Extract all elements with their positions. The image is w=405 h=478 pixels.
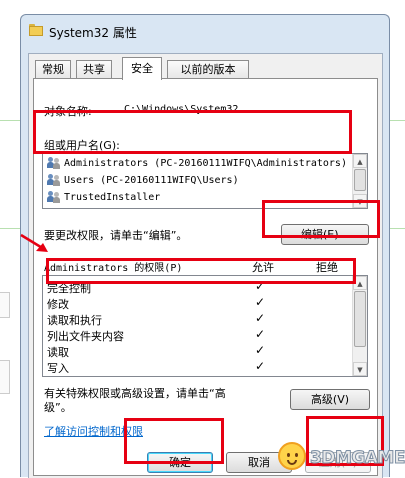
check-icon: ✓ <box>254 279 266 293</box>
check-icon: ✓ <box>254 295 266 309</box>
background-line <box>388 120 405 121</box>
users-group-icon <box>47 157 61 169</box>
window-title: System32 属性 <box>49 26 137 40</box>
list-item-label: Users (PC-20160111WIFQ\Users) <box>64 175 239 186</box>
object-name-value: C:\Windows\System32 <box>124 104 239 115</box>
permissions-list[interactable]: 完全控制 ✓ 修改 ✓ 读取和执行 ✓ 列出文件夹内容 ✓ 读取 ✓ 写入 ✓ … <box>42 275 368 377</box>
permission-row-read: 读取 ✓ <box>47 343 266 359</box>
groups-scrollbar[interactable]: ▲ ▼ <box>352 154 367 208</box>
permission-row-read-execute: 读取和执行 ✓ <box>47 311 266 327</box>
check-icon: ✓ <box>254 311 266 325</box>
dialog-content: 常规 共享 安全 以前的版本 对象名称: C:\Windows\System32… <box>28 53 383 478</box>
background-line <box>388 228 405 229</box>
folder-icon <box>29 24 43 36</box>
object-name-label: 对象名称: <box>44 105 92 118</box>
scroll-up-icon[interactable]: ▲ <box>353 154 367 168</box>
ok-button[interactable]: 确定 <box>147 452 213 473</box>
permission-row-full-control: 完全控制 ✓ <box>47 279 266 295</box>
list-item-administrators[interactable]: Administrators (PC-20160111WIFQ\Administ… <box>47 156 347 172</box>
permission-row-modify: 修改 ✓ <box>47 295 266 311</box>
scroll-down-icon[interactable]: ▼ <box>353 194 367 208</box>
check-icon: ✓ <box>254 343 266 357</box>
users-group-icon <box>47 174 61 186</box>
check-icon: ✓ <box>254 359 266 373</box>
tab-sharing[interactable]: 共享 <box>76 60 112 79</box>
security-panel: 对象名称: C:\Windows\System32 组或用户名(G): Admi… <box>33 78 378 476</box>
advanced-hint-line2: 级”。 <box>44 401 72 414</box>
title-bar: System32 属性 <box>21 15 389 49</box>
background-box <box>0 360 10 394</box>
check-icon: ✓ <box>254 327 266 341</box>
smiley-logo-icon <box>278 442 306 470</box>
permissions-label: Administrators 的权限(P) <box>44 263 183 274</box>
edit-button[interactable]: 编辑(E)... <box>281 224 369 245</box>
groups-list[interactable]: Administrators (PC-20160111WIFQ\Administ… <box>42 153 368 209</box>
scroll-down-icon[interactable]: ▼ <box>353 362 367 376</box>
scroll-thumb[interactable] <box>354 169 366 191</box>
learn-access-control-link[interactable]: 了解访问控制和权限 <box>44 423 143 439</box>
groups-label: 组或用户名(G): <box>44 139 120 152</box>
deny-header: 拒绝 <box>316 261 338 274</box>
background-line <box>0 228 22 229</box>
change-permissions-hint: 要更改权限，请单击“编辑”。 <box>44 229 188 242</box>
background-box <box>0 292 10 318</box>
scroll-thumb[interactable] <box>354 291 366 347</box>
list-item-trustedinstaller[interactable]: TrustedInstaller <box>47 190 160 206</box>
watermark-text: 3DMGAME <box>310 448 405 469</box>
tab-general[interactable]: 常规 <box>35 60 71 79</box>
background-line <box>0 120 22 121</box>
scroll-up-icon[interactable]: ▲ <box>353 276 367 290</box>
users-group-icon <box>47 191 61 203</box>
tab-previous-versions[interactable]: 以前的版本 <box>167 60 249 79</box>
permissions-scrollbar[interactable]: ▲ ▼ <box>352 276 367 376</box>
advanced-button[interactable]: 高级(V) <box>290 389 370 410</box>
allow-header: 允许 <box>252 261 274 274</box>
list-item-users[interactable]: Users (PC-20160111WIFQ\Users) <box>47 173 239 189</box>
permissions-header: Administrators 的权限(P) 允许 拒绝 <box>44 259 370 274</box>
permission-row-list-folder: 列出文件夹内容 ✓ <box>47 327 266 343</box>
tab-security[interactable]: 安全 <box>122 57 162 80</box>
list-item-label: Administrators (PC-20160111WIFQ\Administ… <box>64 158 347 169</box>
watermark: 3DMGAME <box>278 440 405 476</box>
properties-dialog: System32 属性 常规 共享 安全 以前的版本 对象名称: C:\Wind… <box>20 14 390 478</box>
list-item-label: TrustedInstaller <box>64 192 161 203</box>
red-arrow-icon <box>20 233 48 252</box>
permission-row-write: 写入 ✓ <box>47 359 266 375</box>
